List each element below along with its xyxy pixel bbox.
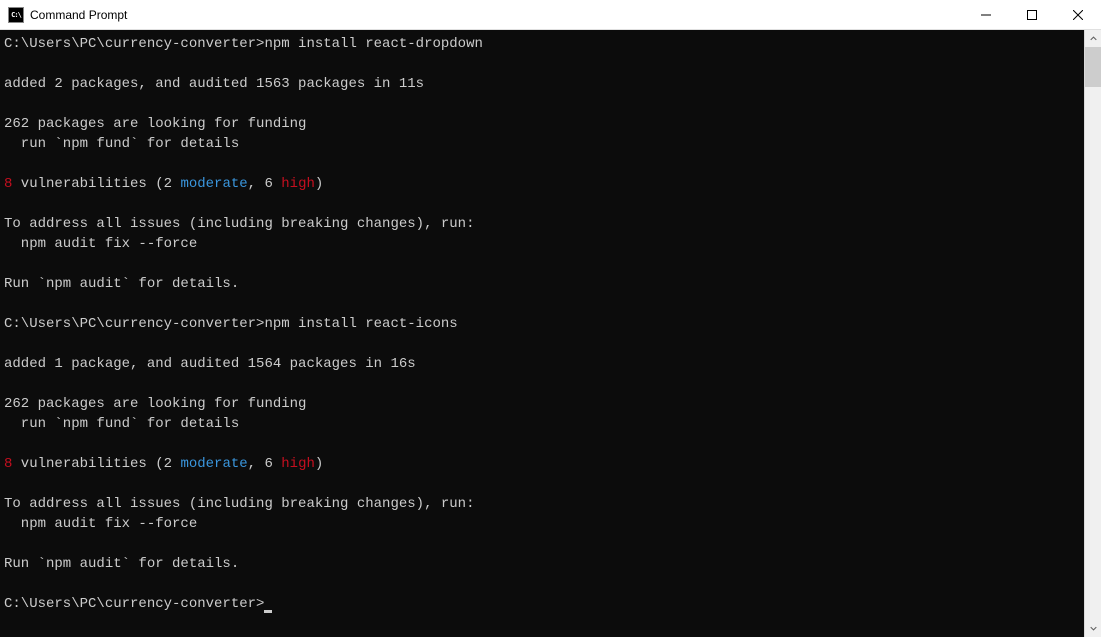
- terminal-text: vulnerabilities (2: [12, 176, 180, 192]
- terminal-line: 8 vulnerabilities (2 moderate, 6 high): [4, 174, 1080, 194]
- terminal-text: npm audit fix --force: [4, 516, 197, 532]
- terminal-text: vulnerabilities (2: [12, 456, 180, 472]
- terminal-text: high: [281, 176, 315, 192]
- terminal-text: Run `npm audit` for details.: [4, 276, 239, 292]
- terminal-text: , 6: [248, 456, 282, 472]
- scroll-down-button[interactable]: [1085, 620, 1101, 637]
- scroll-up-button[interactable]: [1085, 30, 1101, 47]
- terminal-text: high: [281, 456, 315, 472]
- terminal-line: 262 packages are looking for funding: [4, 394, 1080, 414]
- terminal-line: To address all issues (including breakin…: [4, 214, 1080, 234]
- terminal-line: [4, 474, 1080, 494]
- terminal-line: npm audit fix --force: [4, 514, 1080, 534]
- terminal-cursor: [264, 610, 272, 613]
- terminal-text: ): [315, 176, 323, 192]
- terminal-line: To address all issues (including breakin…: [4, 494, 1080, 514]
- terminal-line: [4, 54, 1080, 74]
- terminal-text: added 2 packages, and audited 1563 packa…: [4, 76, 424, 92]
- terminal-text: C:\Users\PC\currency-converter>npm insta…: [4, 316, 458, 332]
- terminal-output[interactable]: C:\Users\PC\currency-converter>npm insta…: [0, 30, 1084, 637]
- terminal-text: C:\Users\PC\currency-converter>npm insta…: [4, 36, 483, 52]
- terminal-line: [4, 194, 1080, 214]
- terminal-line: run `npm fund` for details: [4, 134, 1080, 154]
- terminal-line: [4, 94, 1080, 114]
- terminal-text: npm audit fix --force: [4, 236, 197, 252]
- terminal-text: , 6: [248, 176, 282, 192]
- terminal-line: C:\Users\PC\currency-converter>npm insta…: [4, 314, 1080, 334]
- terminal-line: 8 vulnerabilities (2 moderate, 6 high): [4, 454, 1080, 474]
- terminal-line: C:\Users\PC\currency-converter>npm insta…: [4, 34, 1080, 54]
- terminal-line: 262 packages are looking for funding: [4, 114, 1080, 134]
- terminal-line: Run `npm audit` for details.: [4, 274, 1080, 294]
- terminal-text: added 1 package, and audited 1564 packag…: [4, 356, 416, 372]
- app-icon: C:\: [8, 7, 24, 23]
- terminal-text: ): [315, 456, 323, 472]
- terminal-line: run `npm fund` for details: [4, 414, 1080, 434]
- maximize-button[interactable]: [1009, 0, 1055, 29]
- terminal-text: run `npm fund` for details: [4, 416, 239, 432]
- terminal-line: C:\Users\PC\currency-converter>: [4, 594, 1080, 614]
- chevron-up-icon: [1090, 35, 1097, 42]
- terminal-line: [4, 334, 1080, 354]
- terminal-line: [4, 434, 1080, 454]
- scroll-track[interactable]: [1085, 47, 1101, 620]
- vertical-scrollbar[interactable]: [1084, 30, 1101, 637]
- window-controls: [963, 0, 1101, 29]
- terminal-line: [4, 294, 1080, 314]
- maximize-icon: [1027, 10, 1037, 20]
- terminal-line: added 2 packages, and audited 1563 packa…: [4, 74, 1080, 94]
- terminal-line: Run `npm audit` for details.: [4, 554, 1080, 574]
- close-icon: [1073, 10, 1083, 20]
- terminal-text: C:\Users\PC\currency-converter>: [4, 596, 264, 612]
- terminal-line: [4, 374, 1080, 394]
- window-title: Command Prompt: [30, 8, 963, 22]
- content-wrapper: C:\Users\PC\currency-converter>npm insta…: [0, 30, 1101, 637]
- terminal-line: [4, 574, 1080, 594]
- terminal-line: [4, 254, 1080, 274]
- terminal-text: 262 packages are looking for funding: [4, 396, 306, 412]
- terminal-line: npm audit fix --force: [4, 234, 1080, 254]
- terminal-text: To address all issues (including breakin…: [4, 216, 474, 232]
- terminal-text: 262 packages are looking for funding: [4, 116, 306, 132]
- terminal-text: moderate: [180, 456, 247, 472]
- minimize-button[interactable]: [963, 0, 1009, 29]
- terminal-line: [4, 534, 1080, 554]
- terminal-text: To address all issues (including breakin…: [4, 496, 474, 512]
- terminal-text: moderate: [180, 176, 247, 192]
- terminal-text: run `npm fund` for details: [4, 136, 239, 152]
- close-button[interactable]: [1055, 0, 1101, 29]
- terminal-line: added 1 package, and audited 1564 packag…: [4, 354, 1080, 374]
- chevron-down-icon: [1090, 625, 1097, 632]
- scroll-thumb[interactable]: [1085, 47, 1101, 87]
- terminal-text: Run `npm audit` for details.: [4, 556, 239, 572]
- minimize-icon: [981, 10, 991, 20]
- terminal-line: [4, 154, 1080, 174]
- window-titlebar: C:\ Command Prompt: [0, 0, 1101, 30]
